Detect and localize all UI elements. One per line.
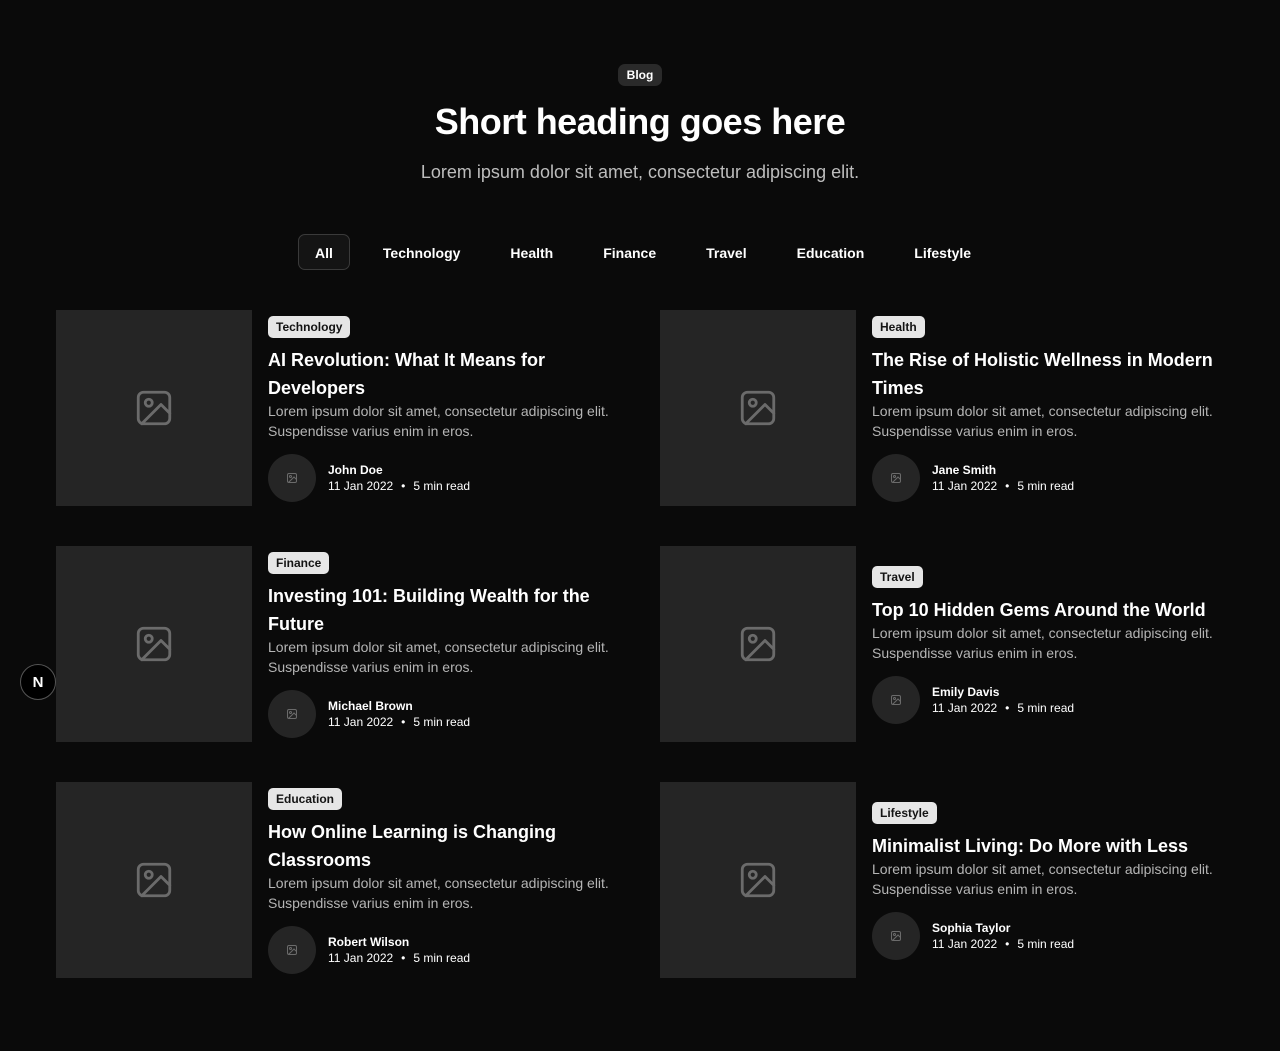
blog-badge: Blog <box>618 64 662 86</box>
blog-card[interactable]: Lifestyle Minimalist Living: Do More wit… <box>660 782 1220 978</box>
blog-card[interactable]: Education How Online Learning is Changin… <box>56 782 616 978</box>
post-date: 11 Jan 2022 <box>328 479 394 493</box>
blog-thumbnail <box>660 546 856 742</box>
read-time: 5 min read <box>1017 937 1075 951</box>
post-author: Jane Smith 11 Jan 2022 • 5 min read <box>872 454 1074 502</box>
category-badge: Finance <box>268 552 330 574</box>
blog-card[interactable]: Technology AI Revolution: What It Means … <box>56 310 616 506</box>
post-author: Robert Wilson 11 Jan 2022 • 5 min read <box>268 926 470 974</box>
read-time: 5 min read <box>1017 701 1075 715</box>
author-name: Sophia Taylor <box>932 921 1011 935</box>
image-placeholder-icon <box>740 626 776 662</box>
post-title[interactable]: Top 10 Hidden Gems Around the World <box>872 596 1232 624</box>
meta-separator: • <box>1005 937 1010 951</box>
author-name: John Doe <box>328 463 383 477</box>
post-date: 11 Jan 2022 <box>932 479 998 493</box>
image-placeholder-icon <box>287 945 297 955</box>
image-placeholder-icon <box>287 709 297 719</box>
category-badge: Technology <box>268 316 351 338</box>
post-meta: 11 Jan 2022 • 5 min read <box>932 936 1074 952</box>
avatar <box>872 912 920 960</box>
post-title[interactable]: Minimalist Living: Do More with Less <box>872 832 1232 860</box>
category-badge: Health <box>872 316 925 338</box>
page-title: Short heading goes here <box>434 101 846 142</box>
post-title[interactable]: Investing 101: Building Wealth for the F… <box>268 582 628 638</box>
image-placeholder-icon <box>891 931 901 941</box>
image-placeholder-icon <box>891 695 901 705</box>
category-badge: Lifestyle <box>872 802 937 824</box>
blog-thumbnail <box>56 782 252 978</box>
post-author: Michael Brown 11 Jan 2022 • 5 min read <box>268 690 470 738</box>
meta-separator: • <box>401 479 406 493</box>
meta-separator: • <box>1005 701 1010 715</box>
image-placeholder-icon <box>287 473 297 483</box>
blog-thumbnail <box>56 546 252 742</box>
image-placeholder-icon <box>891 473 901 483</box>
author-name: Emily Davis <box>932 685 1000 699</box>
page-subtitle: Lorem ipsum dolor sit amet, consectetur … <box>420 162 860 182</box>
post-date: 11 Jan 2022 <box>932 937 998 951</box>
blog-thumbnail <box>56 310 252 506</box>
image-placeholder-icon <box>136 862 172 898</box>
author-name: Michael Brown <box>328 699 413 713</box>
tab-education[interactable]: Education <box>780 234 882 270</box>
post-author: Emily Davis 11 Jan 2022 • 5 min read <box>872 676 1074 724</box>
post-title[interactable]: AI Revolution: What It Means for Develop… <box>268 346 628 402</box>
tab-health[interactable]: Health <box>493 234 570 270</box>
meta-separator: • <box>401 715 406 729</box>
avatar <box>872 454 920 502</box>
floating-n-button[interactable]: N <box>20 664 56 700</box>
image-placeholder-icon <box>740 862 776 898</box>
blog-thumbnail <box>660 310 856 506</box>
post-meta: 11 Jan 2022 • 5 min read <box>932 700 1074 716</box>
tab-all[interactable]: All <box>298 234 350 270</box>
post-date: 11 Jan 2022 <box>328 715 394 729</box>
tab-technology[interactable]: Technology <box>366 234 478 270</box>
avatar <box>268 454 316 502</box>
read-time: 5 min read <box>1017 479 1075 493</box>
post-excerpt: Lorem ipsum dolor sit amet, consectetur … <box>872 403 1213 439</box>
post-excerpt: Lorem ipsum dolor sit amet, consectetur … <box>268 403 609 439</box>
read-time: 5 min read <box>413 715 471 729</box>
read-time: 5 min read <box>413 951 471 965</box>
image-placeholder-icon <box>136 626 172 662</box>
post-author: Sophia Taylor 11 Jan 2022 • 5 min read <box>872 912 1074 960</box>
blog-card[interactable]: Travel Top 10 Hidden Gems Around the Wor… <box>660 546 1220 742</box>
tab-lifestyle[interactable]: Lifestyle <box>897 234 988 270</box>
author-name: Robert Wilson <box>328 935 410 949</box>
blog-card[interactable]: Health The Rise of Holistic Wellness in … <box>660 310 1220 506</box>
post-excerpt: Lorem ipsum dolor sit amet, consectetur … <box>268 875 609 911</box>
post-date: 11 Jan 2022 <box>328 951 394 965</box>
category-tabs: All Technology Health Finance Travel Edu… <box>298 234 1004 270</box>
post-title[interactable]: How Online Learning is Changing Classroo… <box>268 818 628 874</box>
blog-thumbnail <box>660 782 856 978</box>
post-meta: 11 Jan 2022 • 5 min read <box>328 950 470 966</box>
post-author: John Doe 11 Jan 2022 • 5 min read <box>268 454 470 502</box>
tab-travel[interactable]: Travel <box>689 234 763 270</box>
post-meta: 11 Jan 2022 • 5 min read <box>328 714 470 730</box>
read-time: 5 min read <box>413 479 471 493</box>
post-date: 11 Jan 2022 <box>932 701 998 715</box>
image-placeholder-icon <box>740 390 776 426</box>
meta-separator: • <box>1005 479 1010 493</box>
author-name: Jane Smith <box>932 463 997 477</box>
image-placeholder-icon <box>136 390 172 426</box>
post-title[interactable]: The Rise of Holistic Wellness in Modern … <box>872 346 1232 402</box>
post-meta: 11 Jan 2022 • 5 min read <box>932 478 1074 494</box>
tab-finance[interactable]: Finance <box>586 234 673 270</box>
post-excerpt: Lorem ipsum dolor sit amet, consectetur … <box>872 861 1213 897</box>
category-badge: Education <box>268 788 343 810</box>
category-badge: Travel <box>872 566 923 588</box>
avatar <box>268 926 316 974</box>
post-excerpt: Lorem ipsum dolor sit amet, consectetur … <box>268 639 609 675</box>
meta-separator: • <box>401 951 406 965</box>
avatar <box>268 690 316 738</box>
post-meta: 11 Jan 2022 • 5 min read <box>328 478 470 494</box>
blog-card[interactable]: Finance Investing 101: Building Wealth f… <box>56 546 616 742</box>
post-excerpt: Lorem ipsum dolor sit amet, consectetur … <box>872 625 1213 661</box>
avatar <box>872 676 920 724</box>
